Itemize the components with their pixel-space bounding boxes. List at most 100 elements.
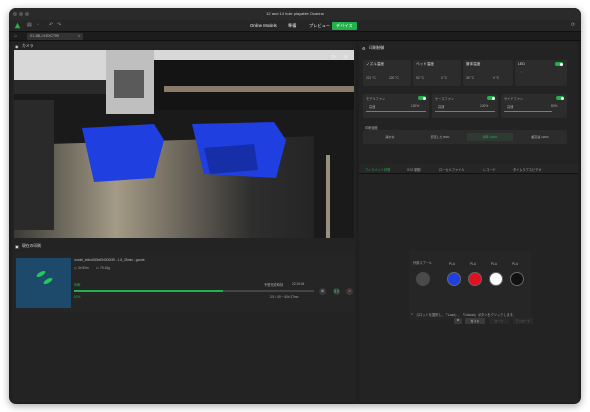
print-job-card: model_ebbc830b694300f39...1.8_35min...gc…	[14, 252, 354, 312]
title-bar: 12 and 14 hole playable Ocarina	[9, 8, 581, 20]
progress-fill	[74, 290, 223, 292]
unload-button[interactable]: アンロード	[513, 318, 533, 324]
camera-icon: ◉	[15, 45, 19, 49]
case-fan-card: ケースファン 高速 100%	[432, 94, 498, 118]
model-fan-value: 100%	[411, 104, 420, 108]
ams-slot-3-type: PLA	[491, 262, 498, 266]
home-icon[interactable]: ⌂	[14, 33, 17, 39]
app-logo-icon	[14, 22, 21, 29]
weight-icon: ⊡	[96, 266, 99, 270]
bed-card[interactable]: ベッド温度 90 °C 0 °C	[413, 60, 461, 86]
camera-view: ⟳ ≋	[14, 50, 354, 238]
redo-icon[interactable]: ↷	[57, 22, 61, 28]
save-icon[interactable]: ▫	[37, 22, 39, 28]
model-fan-toggle[interactable]	[418, 96, 426, 100]
tab-xyz[interactable]: XYZ 制御	[407, 167, 420, 172]
progress-percent: 62%	[74, 295, 81, 299]
bed-current: 90 °C	[416, 76, 425, 80]
bed-target: 0 °C	[441, 76, 448, 80]
print-status: 印刷	[74, 283, 81, 287]
side-fan-name: サイドファン	[504, 97, 524, 101]
case-fan-name: ケースファン	[435, 97, 454, 101]
speed-option-ludicrous[interactable]: 超高速 120%	[517, 133, 563, 141]
finish-time: 22:15:04	[292, 282, 305, 286]
file-tab-bar: ⌂ X1-1BL-H-EXCT99 ×	[9, 32, 581, 41]
tab-device[interactable]: デバイス	[332, 22, 357, 30]
traffic-light-close[interactable]	[13, 12, 17, 16]
guide-button[interactable]: ガイド	[465, 318, 485, 324]
model-thumbnail	[16, 258, 71, 308]
side-fan-slider[interactable]	[504, 111, 552, 113]
nozzle-title: ノズル温度	[366, 62, 384, 66]
left-panel: ◉ カメラ ⟳ ≋ ▣ 現在の印刷 model_ebbc830b694300f3…	[12, 42, 356, 402]
tab-timelapse[interactable]: タイムラプスビデオ	[513, 167, 541, 172]
led-toggle[interactable]	[555, 62, 563, 66]
speed-option-standard[interactable]: 安定した 80%	[417, 133, 463, 141]
ams-slot-3[interactable]	[489, 272, 503, 286]
file-menu-icon[interactable]: ▤	[27, 22, 32, 28]
traffic-light-min[interactable]	[19, 12, 23, 16]
ams-slot-1-type: PLA	[449, 262, 456, 266]
file-tab[interactable]: X1-1BL-H-EXCT99 ×	[27, 33, 83, 40]
window-title: 12 and 14 hole playable Ocarina	[266, 11, 324, 16]
app-window: 12 and 14 hole playable Ocarina ▤ ▫ ↶ ↷ …	[9, 8, 581, 404]
external-spool[interactable]	[416, 272, 430, 286]
side-fan-value: 80%	[551, 104, 558, 108]
light-icon: ☼	[520, 70, 523, 74]
ams-slot-2-type: PLA	[470, 262, 477, 266]
model-fan-name: モデルファン	[366, 97, 386, 101]
chamber-card[interactable]: 筐体温度 35 °C 0 °C	[463, 60, 513, 86]
help-icon[interactable]: ⟳	[571, 22, 575, 28]
menu-bar: ▤ ▫ ↶ ↷ Online Models 準備 プレビュー デバイス ⟳	[9, 20, 581, 32]
print-icon: ▣	[15, 245, 19, 249]
ams-slot-1[interactable]	[447, 272, 461, 286]
camera-feed-image	[14, 50, 354, 238]
refresh-camera-icon[interactable]: ⟳	[331, 54, 336, 61]
right-panel: ⚙ 印刷制御 ノズル温度 221 °C 220 °C ベッド温度 90 °C 0…	[359, 42, 578, 402]
traffic-light-max[interactable]	[25, 12, 29, 16]
side-fan-toggle[interactable]	[556, 96, 564, 100]
tab-filament[interactable]: フィラメント状態	[365, 167, 390, 172]
ams-slot-4[interactable]	[510, 272, 524, 286]
current-print-label: 現在の印刷	[22, 244, 41, 248]
ams-hint-icon: ●	[411, 312, 413, 316]
close-tab-icon[interactable]: ×	[78, 33, 80, 40]
speed-option-silent[interactable]: 静かな	[367, 133, 413, 141]
thumbnail-icon	[36, 270, 53, 285]
wifi-icon: ≋	[342, 55, 348, 61]
bed-title: ベッド温度	[416, 62, 434, 66]
finish-label: 予想完成時刻	[264, 283, 284, 287]
speed-option-sport[interactable]: 標準 100%	[467, 133, 513, 141]
nozzle-target: 220 °C	[389, 76, 399, 80]
case-fan-toggle[interactable]	[487, 96, 495, 100]
speed-card: 静かな 安定した 80% 標準 100% 超高速 120%	[363, 130, 567, 144]
stop-button[interactable]: ■	[346, 288, 353, 295]
load-button[interactable]: ロード	[489, 318, 509, 324]
time-icon: ◷	[74, 266, 77, 270]
print-time: 3h 50m	[78, 266, 89, 270]
progress-track	[74, 290, 314, 292]
undo-icon[interactable]: ↶	[49, 22, 53, 28]
case-fan-slider[interactable]	[435, 111, 495, 113]
led-label: LED	[518, 62, 525, 66]
nozzle-card[interactable]: ノズル温度 221 °C 220 °C	[363, 60, 411, 86]
file-tab-label: X1-1BL-H-EXCT99	[30, 34, 59, 38]
tab-local-files[interactable]: ローカルファイル	[439, 167, 465, 172]
ams-card: 外部スプール PLA PLA PLA PLA	[409, 250, 531, 320]
file-name: model_ebbc830b694300f39...1.8_35min...gc…	[74, 258, 145, 262]
tab-online-models[interactable]: Online Models	[246, 22, 281, 30]
model-fan-slider[interactable]	[366, 111, 426, 113]
control-icon: ⚙	[362, 47, 366, 51]
tab-prepare[interactable]: 準備	[284, 22, 300, 30]
settings-button[interactable]: ⚙	[454, 318, 462, 324]
camera-label: カメラ	[22, 44, 34, 48]
case-fan-mode: 高速	[438, 105, 445, 109]
tab-records[interactable]: レコード	[483, 167, 496, 172]
ams-slot-2[interactable]	[468, 272, 482, 286]
chamber-current: 35 °C	[466, 76, 475, 80]
pause-button[interactable]: ❚❚	[333, 288, 340, 295]
tab-preview[interactable]: プレビュー	[305, 22, 334, 30]
skip-button[interactable]: ⊘	[319, 288, 326, 295]
model-fan-card: モデルファン 高速 100%	[363, 94, 429, 118]
led-card: LED ☼	[515, 60, 567, 86]
